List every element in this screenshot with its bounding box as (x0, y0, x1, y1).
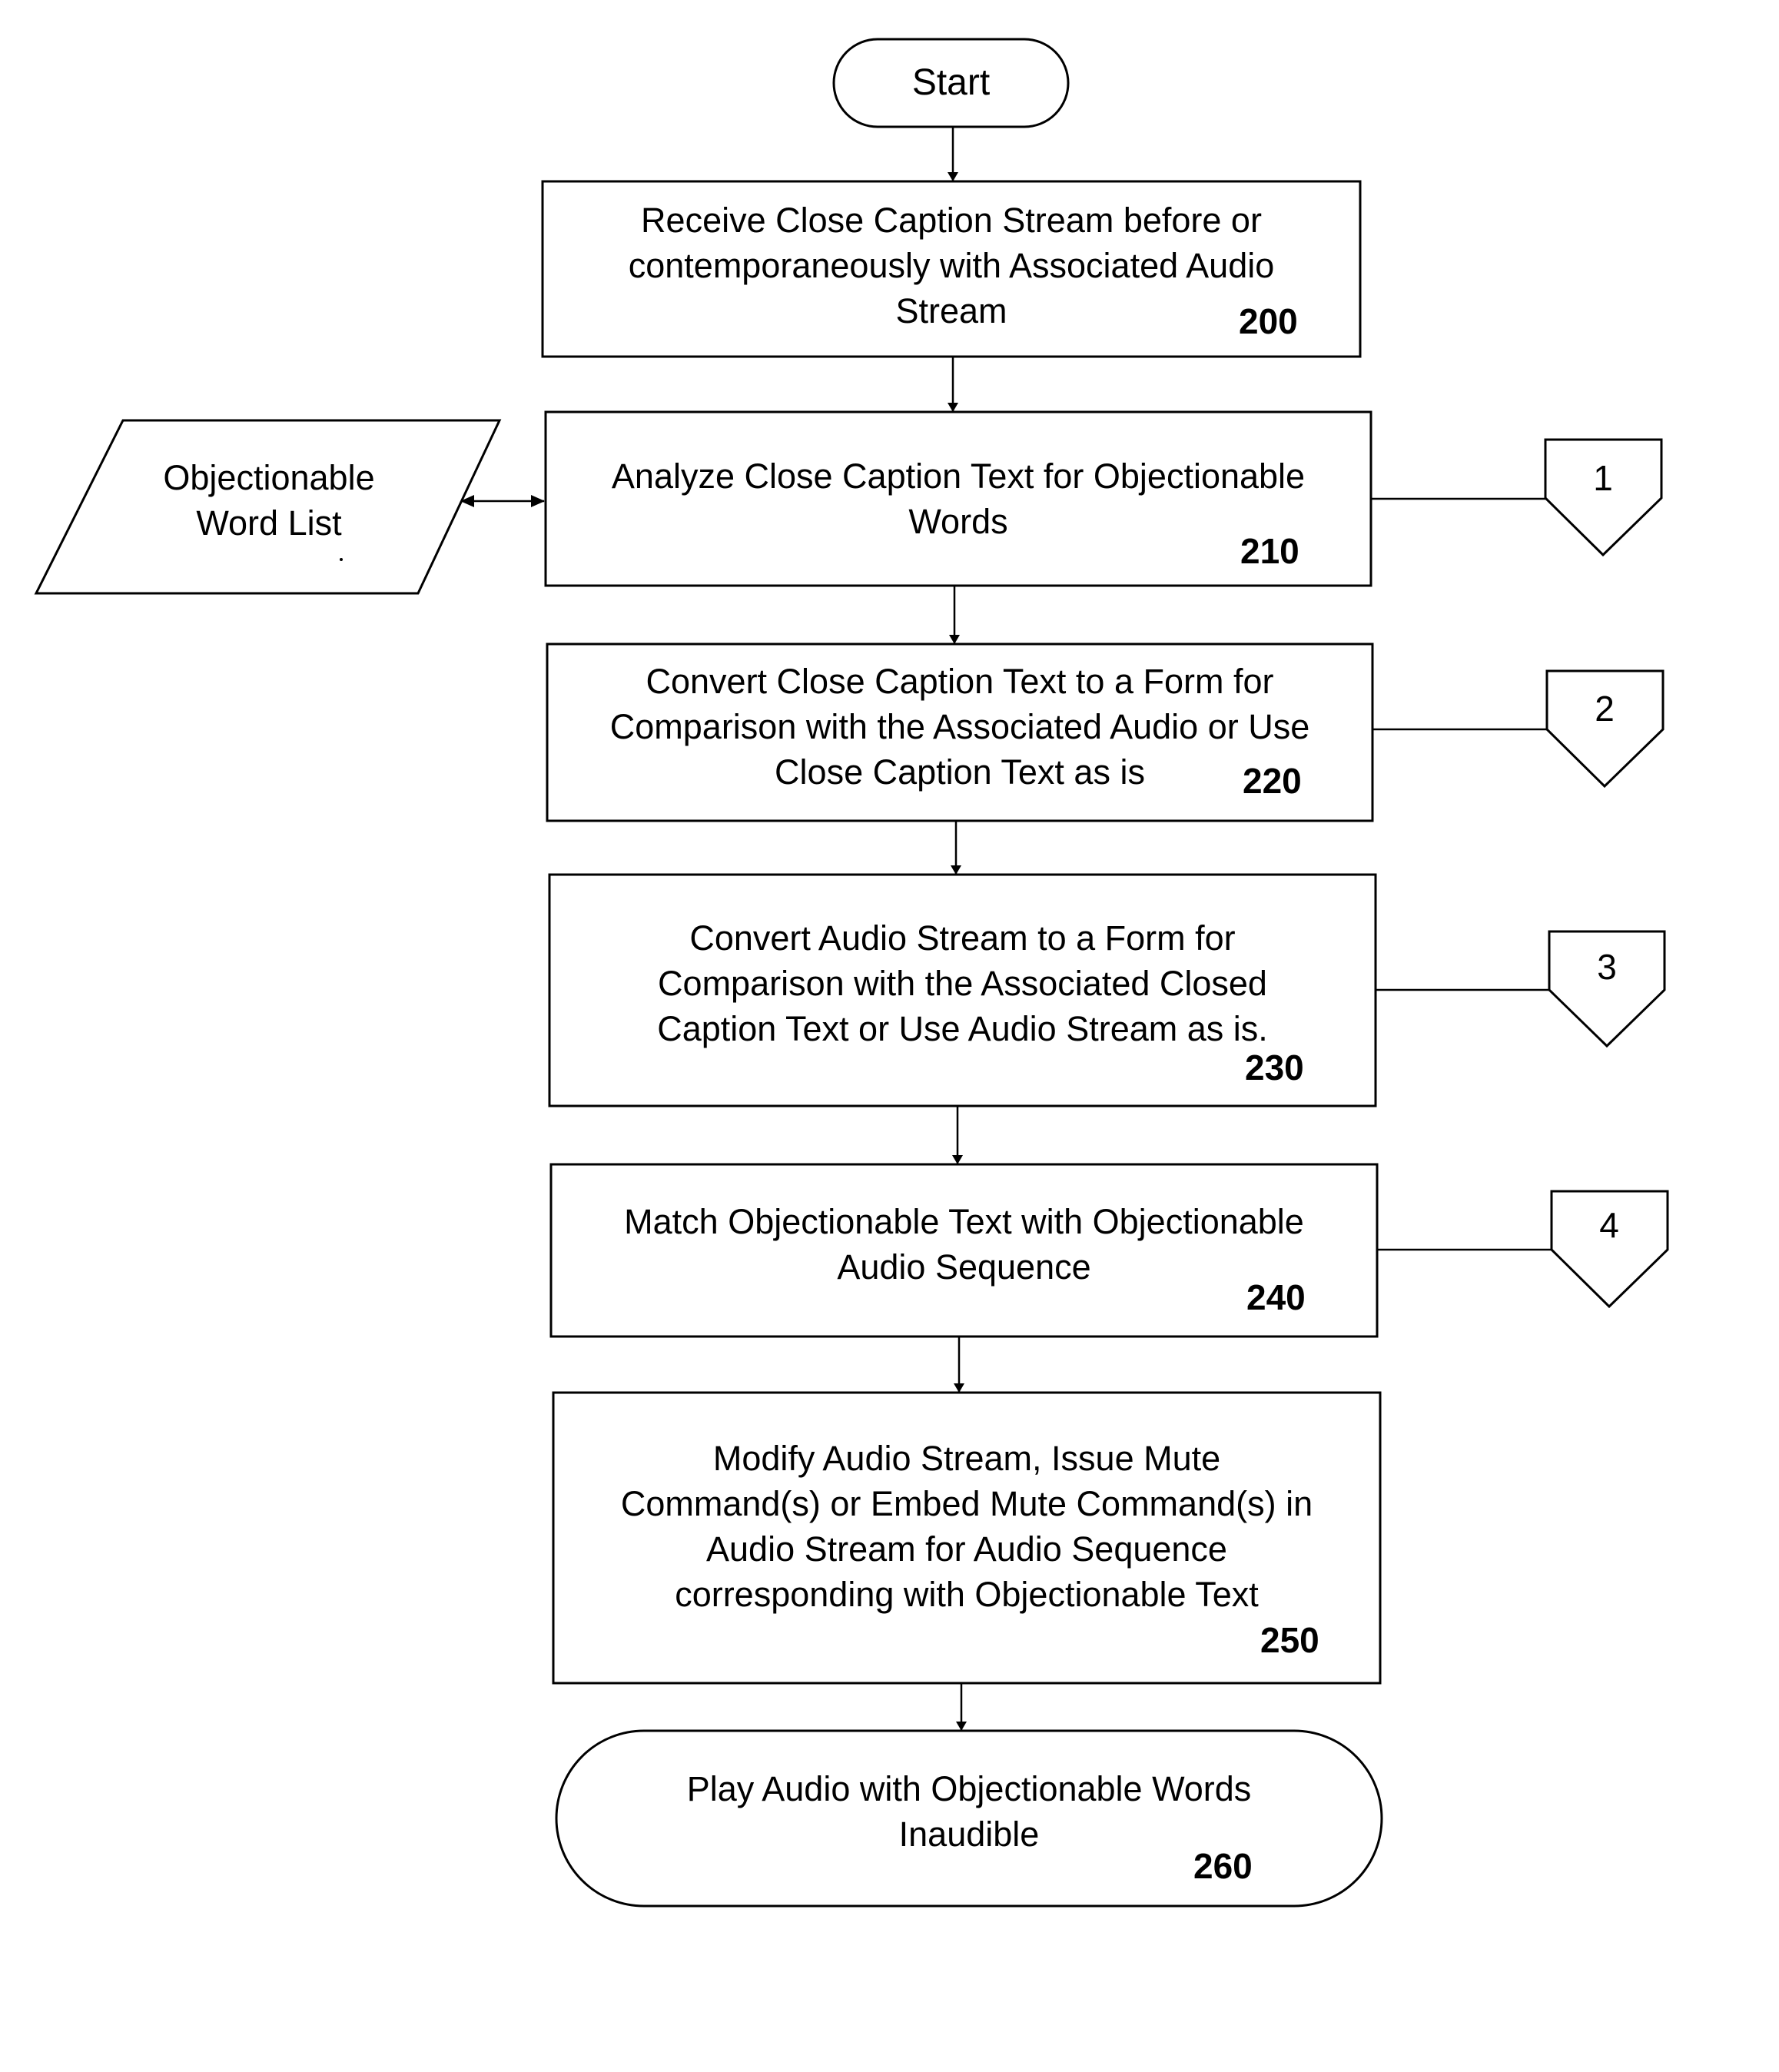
end-260-text: Play Audio with Objectionable Words Inau… (556, 1766, 1382, 1857)
step-text-line: Comparison with the Associated Audio or … (609, 707, 1310, 746)
step-text-line: Convert Close Caption Text to a Form for (646, 662, 1274, 701)
connector-3-label: 3 (1597, 947, 1617, 987)
step-240-text: Match Objectionable Text with Objectiona… (551, 1199, 1377, 1290)
start-label: Start (911, 62, 991, 103)
step-230-text: Convert Audio Stream to a Form for Compa… (549, 915, 1376, 1051)
step-text-line: Modify Audio Stream, Issue Mute (712, 1439, 1221, 1478)
step-210-ref-number: 210 (1240, 531, 1299, 571)
step-text-line: Comparison with the Associated Closed (658, 964, 1267, 1003)
step-250-ref-number: 250 (1260, 1620, 1319, 1660)
step-text-line: Caption Text or Use Audio Stream as is. (657, 1009, 1268, 1048)
connector-4-label: 4 (1599, 1205, 1619, 1245)
step-240-ref-number: 240 (1246, 1277, 1306, 1317)
step-230-ref-number: 230 (1245, 1048, 1304, 1087)
connector-1-label: 1 (1593, 458, 1613, 498)
step-220-ref-number: 220 (1243, 761, 1302, 801)
data-store-label-line: Word List (196, 503, 342, 543)
step-text-line: Analyze Close Caption Text for Objection… (611, 457, 1306, 496)
step-200-text: Receive Close Caption Stream before or c… (543, 198, 1360, 334)
connector-2-label: 2 (1595, 689, 1615, 729)
step-text-line: Receive Close Caption Stream before or (641, 201, 1262, 240)
step-text-line: Convert Audio Stream to a Form for (689, 918, 1236, 958)
step-text-line: corresponding with Objectionable Text (675, 1575, 1259, 1614)
scan-speck (340, 558, 343, 561)
end-text-line: Play Audio with Objectionable Words (686, 1769, 1252, 1808)
data-store-label: Objectionable Word List (115, 455, 423, 546)
data-store-label-line: Objectionable (163, 458, 375, 497)
step-250-text: Modify Audio Stream, Issue Mute Command(… (553, 1436, 1380, 1617)
step-200-ref-number: 200 (1239, 301, 1298, 341)
step-text-line: Audio Stream for Audio Sequence (706, 1529, 1227, 1569)
end-260-ref-number: 260 (1193, 1846, 1253, 1886)
step-text-line: Stream (895, 291, 1007, 330)
step-text-line: contemporaneously with Associated Audio (628, 246, 1275, 285)
step-text-line: Match Objectionable Text with Objectiona… (624, 1202, 1304, 1241)
end-text-line: Inaudible (898, 1815, 1040, 1854)
step-text-line: Command(s) or Embed Mute Command(s) in (620, 1484, 1313, 1523)
